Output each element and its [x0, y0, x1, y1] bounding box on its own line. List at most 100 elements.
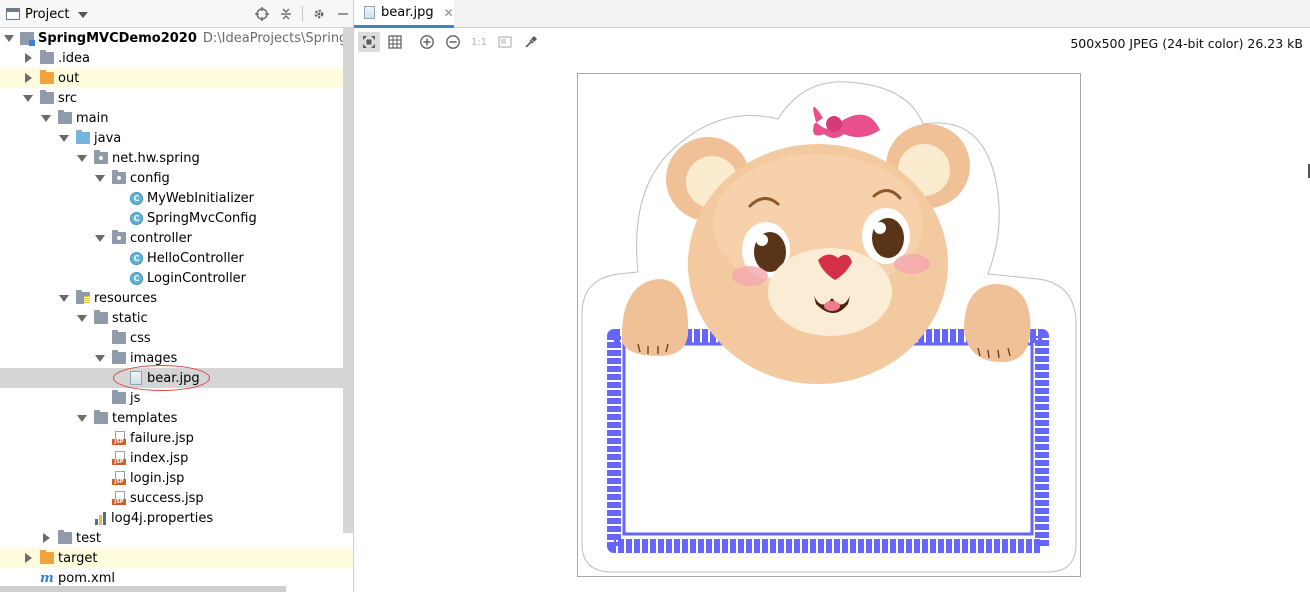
tree-item[interactable]: templates	[0, 408, 353, 428]
tree-item[interactable]: src	[0, 88, 353, 108]
folder-icon	[112, 330, 126, 344]
tree-item[interactable]: main	[0, 108, 353, 128]
tree-item[interactable]: C MyWebInitializer	[0, 188, 353, 208]
project-icon	[6, 8, 20, 20]
tree-item[interactable]: .idea	[0, 48, 353, 68]
tree-item[interactable]: JSP login.jsp	[0, 468, 353, 488]
chevron-down-icon[interactable]	[94, 172, 106, 184]
chevron-right-icon[interactable]	[22, 72, 34, 84]
class-icon: C	[130, 191, 143, 205]
tree-item-label: MyWebInitializer	[147, 190, 255, 206]
tree-item-label: images	[130, 350, 178, 366]
actual-size-button[interactable]: 1:1	[468, 32, 490, 52]
tree-item[interactable]: C HelloController	[0, 248, 353, 268]
tree-item[interactable]: css	[0, 328, 353, 348]
gear-icon[interactable]	[308, 4, 330, 24]
tree-item-label: net.hw.spring	[112, 150, 200, 166]
close-icon[interactable]: ✕	[444, 6, 454, 20]
grid-icon[interactable]	[384, 32, 406, 52]
jsp-icon: JSP	[112, 431, 126, 445]
chevron-down-icon[interactable]	[58, 132, 70, 144]
tree-item-label: out	[58, 70, 80, 86]
tree-item[interactable]: JSP success.jsp	[0, 488, 353, 508]
tree-item[interactable]: target	[0, 548, 353, 568]
chevron-right-icon[interactable]	[22, 52, 34, 64]
tree-item-label: js	[130, 390, 141, 406]
tree-item-label: css	[130, 330, 151, 346]
background-icon[interactable]	[494, 32, 516, 52]
properties-icon	[94, 511, 108, 525]
source-folder-icon	[76, 130, 90, 144]
tree-item-label: java	[94, 130, 122, 146]
chevron-down-icon[interactable]	[76, 312, 88, 324]
tree-item-label: target	[58, 550, 98, 566]
image-editor: bear.jpg ✕ 1:1 500x500 JPEG (24-bit colo…	[354, 0, 1310, 592]
tree-item[interactable]: JSP index.jsp	[0, 448, 353, 468]
chevron-down-icon[interactable]	[94, 232, 106, 244]
tree-item-label: HelloController	[147, 250, 244, 266]
tree-item[interactable]: static	[0, 308, 353, 328]
tree-item-label: failure.jsp	[130, 430, 194, 446]
chevron-down-icon[interactable]	[94, 352, 106, 364]
chevron-down-icon[interactable]	[76, 412, 88, 424]
tree-item[interactable]: out	[0, 68, 353, 88]
minimize-icon[interactable]	[332, 4, 353, 24]
tree-item[interactable]: SpringMVCDemo2020 D:\IdeaProjects\SpringM…	[0, 28, 353, 48]
zoom-to-fit-icon[interactable]	[358, 32, 380, 52]
tree-item[interactable]: log4j.properties	[0, 508, 353, 528]
color-picker-icon[interactable]	[520, 32, 542, 52]
tree-item-label: templates	[112, 410, 178, 426]
tree-item[interactable]: m pom.xml	[0, 568, 353, 588]
tree-item[interactable]: bear.jpg	[0, 368, 353, 388]
chevron-down-icon[interactable]	[4, 32, 14, 44]
tree-item[interactable]: config	[0, 168, 353, 188]
tree-item-label: LoginController	[147, 270, 247, 286]
image-file-icon	[364, 6, 375, 19]
locate-icon[interactable]	[251, 4, 273, 24]
tree-item[interactable]: java	[0, 128, 353, 148]
folder-icon	[112, 390, 126, 404]
chevron-down-icon[interactable]	[40, 112, 52, 124]
chevron-right-icon[interactable]	[22, 552, 34, 564]
horizontal-scrollbar[interactable]	[0, 586, 286, 592]
tab-label: bear.jpg	[381, 5, 434, 20]
package-icon	[94, 150, 108, 164]
tree-item-label: config	[130, 170, 170, 186]
tree-item[interactable]: C SpringMvcConfig	[0, 208, 353, 228]
tree-item[interactable]: test	[0, 528, 353, 548]
project-view-selector[interactable]: Project	[6, 5, 89, 23]
tab-bear-jpg[interactable]: bear.jpg ✕	[354, 0, 454, 28]
image-preview	[577, 73, 1081, 577]
resources-folder-icon	[76, 290, 90, 304]
tree-item-label: resources	[94, 290, 158, 306]
tree-item[interactable]: resources	[0, 288, 353, 308]
project-path: D:\IdeaProjects\SpringMVCDe	[202, 30, 353, 46]
collapse-icon[interactable]	[275, 4, 297, 24]
tree-item[interactable]: controller	[0, 228, 353, 248]
maven-icon: m	[40, 570, 54, 586]
image-canvas[interactable]	[354, 56, 1310, 592]
vertical-scrollbar[interactable]	[343, 28, 353, 533]
tree-item-label: SpringMVCDemo2020	[38, 30, 197, 46]
zoom-out-icon[interactable]	[442, 32, 464, 52]
chevron-down-icon	[78, 12, 89, 18]
folder-icon	[112, 350, 126, 364]
tree-item[interactable]: C LoginController	[0, 268, 353, 288]
tree-item-label: SpringMvcConfig	[147, 210, 257, 226]
jsp-icon: JSP	[112, 491, 126, 505]
tree-item-label: controller	[130, 230, 193, 246]
tree-item-label: index.jsp	[130, 450, 189, 466]
jsp-icon: JSP	[112, 471, 126, 485]
tree-item[interactable]: js	[0, 388, 353, 408]
tree-item[interactable]: images	[0, 348, 353, 368]
tree-item[interactable]: net.hw.spring	[0, 148, 353, 168]
chevron-down-icon[interactable]	[58, 292, 70, 304]
chevron-down-icon[interactable]	[76, 152, 88, 164]
zoom-in-icon[interactable]	[416, 32, 438, 52]
tree-item-label: main	[76, 110, 109, 126]
tree-item-label: login.jsp	[130, 470, 185, 486]
chevron-right-icon[interactable]	[40, 532, 52, 544]
chevron-down-icon[interactable]	[22, 92, 34, 104]
tree-item[interactable]: JSP failure.jsp	[0, 428, 353, 448]
folder-icon	[40, 50, 54, 64]
